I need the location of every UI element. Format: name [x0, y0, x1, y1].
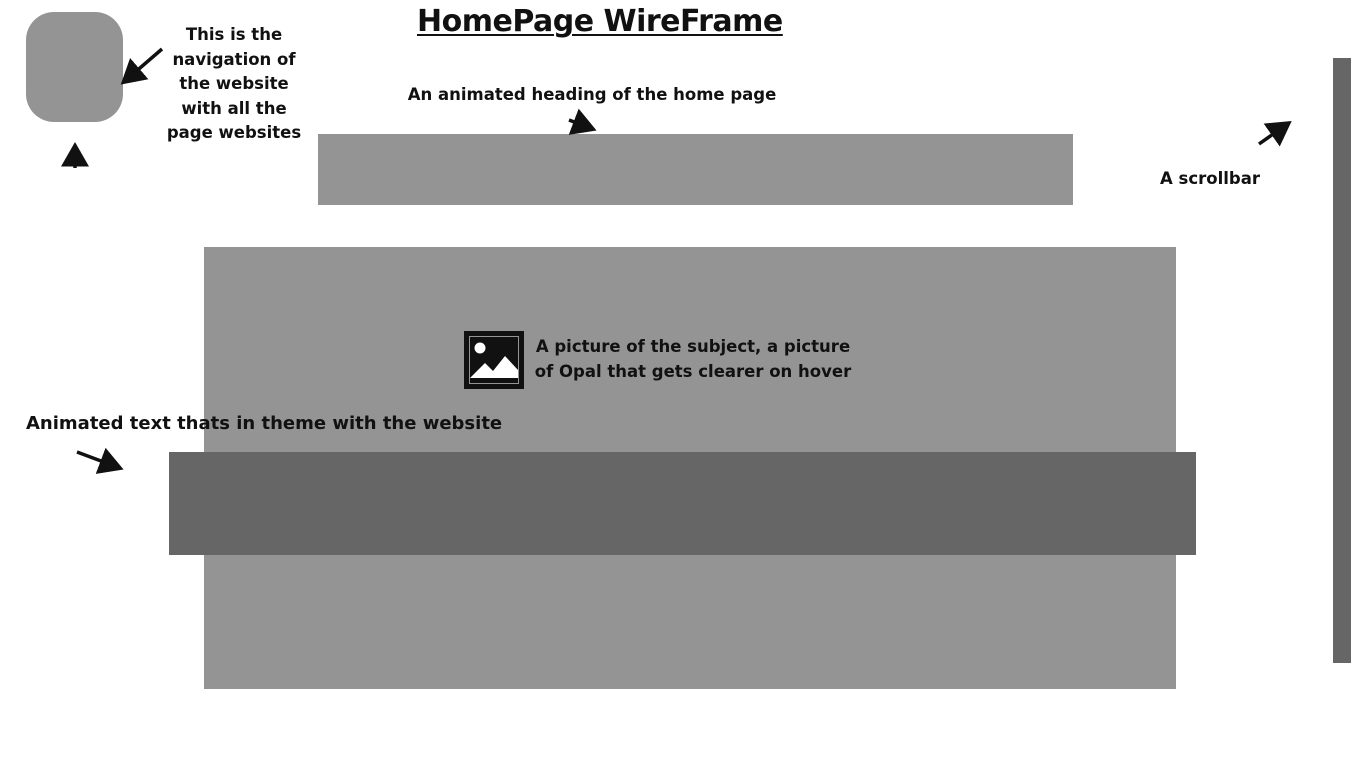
image-icon [464, 331, 524, 389]
animated-text-annotation: Animated text thats in theme with the we… [26, 413, 503, 434]
navigation-button-placeholder [26, 12, 123, 122]
arrow-icon [76, 447, 124, 474]
scrollbar-placeholder [1333, 58, 1351, 663]
page-title: HomePage WireFrame [417, 4, 783, 39]
arrow-icon [120, 47, 164, 85]
heading-annotation: An animated heading of the home page [407, 85, 777, 104]
scrollbar-annotation: A scrollbar [1160, 169, 1260, 188]
animated-heading-placeholder [318, 134, 1073, 205]
picture-annotation: A picture of the subject, a picture of O… [534, 337, 852, 381]
navigation-annotation: This is the navigation of the website wi… [166, 25, 302, 142]
wireframe-canvas: HomePage WireFrame This is the navigatio… [0, 0, 1366, 768]
arrow-icon [1257, 120, 1292, 147]
arrow-icon [568, 108, 597, 135]
animated-text-placeholder [169, 452, 1196, 555]
